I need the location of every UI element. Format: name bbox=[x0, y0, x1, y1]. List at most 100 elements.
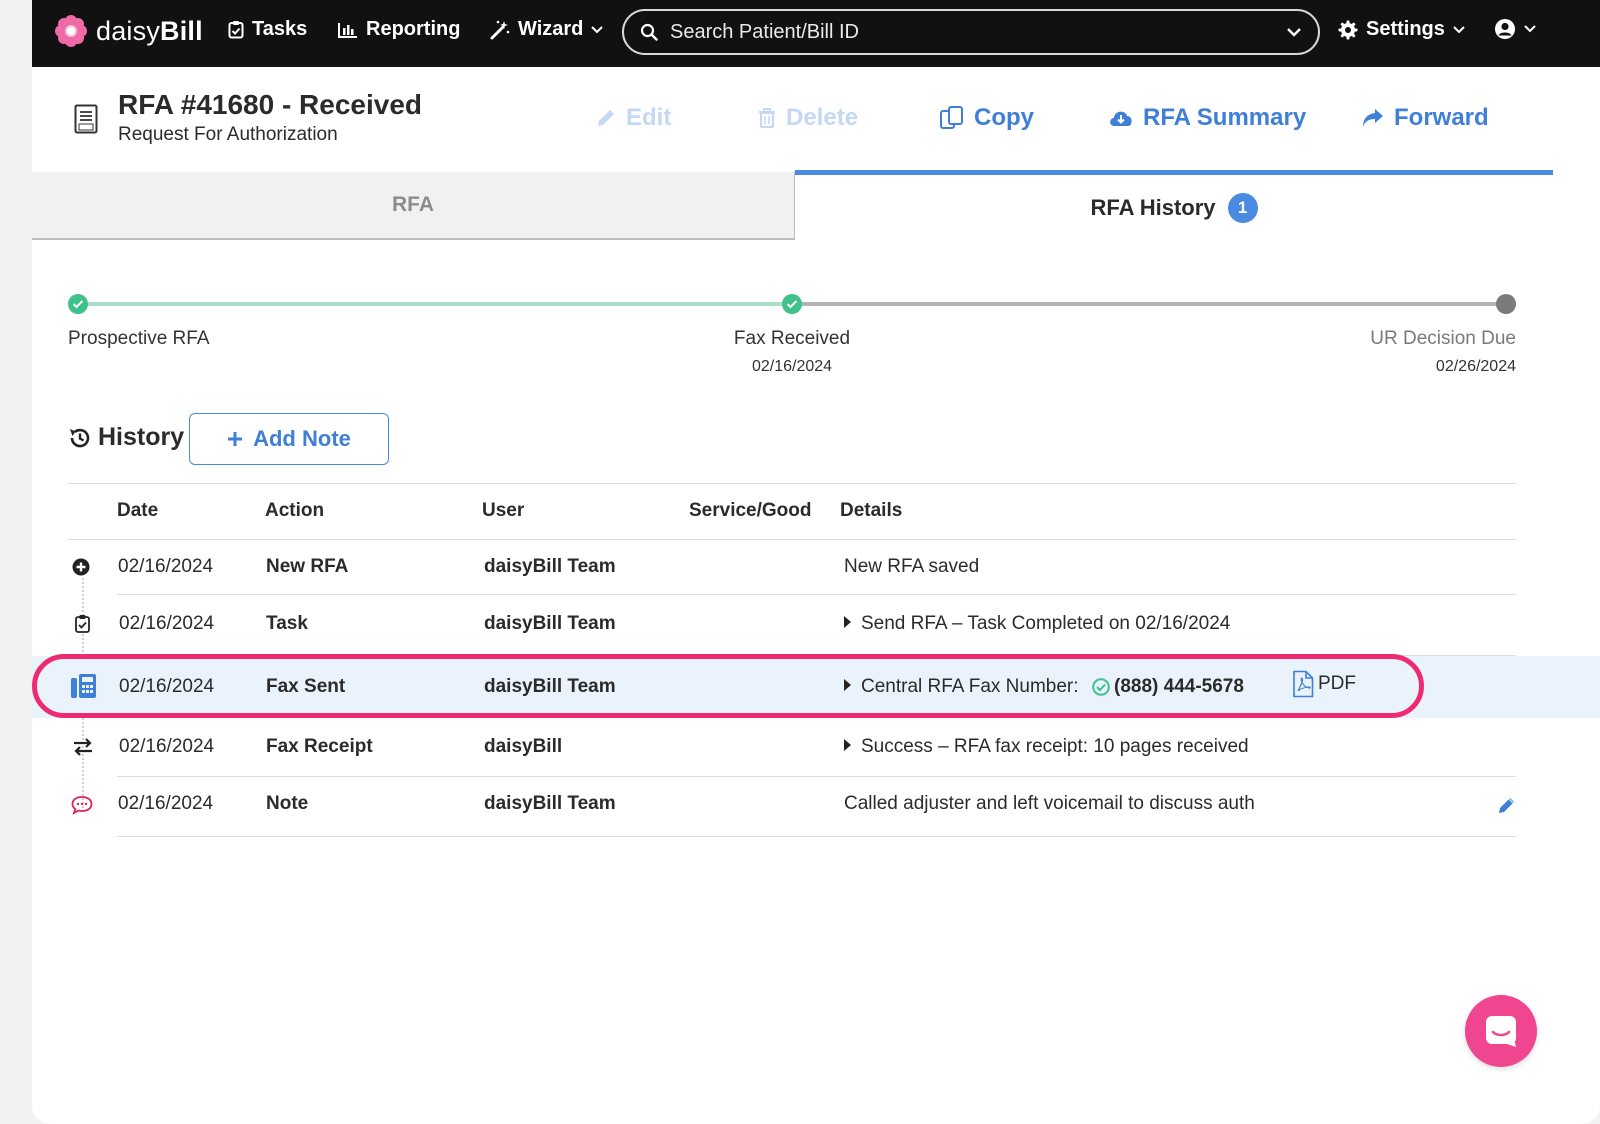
nav-reporting-label: Reporting bbox=[366, 18, 461, 40]
tab-rfa-label: RFA bbox=[392, 193, 434, 216]
tab-rfa-history[interactable]: RFA History 1 bbox=[795, 170, 1553, 240]
fax-icon bbox=[71, 674, 96, 698]
tab-rfa[interactable]: RFA bbox=[32, 172, 795, 240]
timeline-track-complete bbox=[78, 302, 792, 306]
timeline-label-fax-received: Fax Received bbox=[733, 328, 851, 349]
pencil-icon bbox=[598, 110, 614, 126]
timeline-date-fax-received: 02/16/2024 bbox=[751, 358, 833, 375]
row-date: 02/16/2024 bbox=[119, 613, 215, 634]
row-details: Send RFA – Task Completed on 02/16/2024 bbox=[861, 613, 1231, 634]
gear-icon bbox=[1338, 20, 1358, 39]
edit-button[interactable]: Edit bbox=[595, 104, 671, 132]
row-action: Note bbox=[266, 793, 309, 814]
trash-icon bbox=[759, 108, 775, 128]
chevron-down-icon bbox=[1524, 25, 1536, 33]
user-circle-icon bbox=[1495, 19, 1515, 39]
edit-button-label: Edit bbox=[626, 104, 672, 131]
chevron-down-icon bbox=[591, 25, 604, 33]
pdf-label: PDF bbox=[1318, 673, 1356, 694]
history-icon bbox=[70, 428, 90, 447]
nav-wizard-dropdown[interactable]: Wizard bbox=[490, 18, 604, 41]
row-user: daisyBill bbox=[484, 736, 563, 757]
pdf-attachment-link[interactable]: PDF bbox=[1292, 670, 1356, 698]
chevron-down-icon[interactable] bbox=[1286, 27, 1302, 37]
check-circle-icon bbox=[1092, 678, 1110, 696]
row-action: Fax Sent bbox=[266, 676, 346, 697]
timeline-label-prospective: Prospective RFA bbox=[68, 328, 210, 349]
delete-button-label: Delete bbox=[786, 104, 859, 131]
row-details: Called adjuster and left voicemail to di… bbox=[844, 793, 1255, 814]
timeline-date-ur-decision: 02/26/2024 bbox=[1435, 358, 1516, 375]
search-icon bbox=[640, 23, 658, 41]
table-row: 02/16/2024 Note daisyBill Team Called ad… bbox=[32, 777, 1600, 835]
bar-chart-icon bbox=[338, 22, 357, 38]
history-title: History bbox=[98, 423, 185, 451]
page-subtitle: Request For Authorization bbox=[118, 124, 338, 145]
timeline-label-ur-decision: UR Decision Due bbox=[1370, 328, 1516, 349]
nav-settings-dropdown[interactable]: Settings bbox=[1338, 18, 1465, 41]
task-icon bbox=[75, 615, 90, 633]
caret-right-icon bbox=[844, 615, 851, 628]
comment-icon bbox=[71, 796, 93, 815]
checkmark-icon bbox=[72, 300, 84, 309]
row-action: Task bbox=[266, 613, 308, 634]
tab-rfa-history-label: RFA History bbox=[1090, 194, 1216, 220]
logo-text: daisyBill bbox=[96, 15, 203, 46]
copy-icon bbox=[940, 106, 963, 129]
row-details-expandable[interactable]: Central RFA Fax Number: bbox=[844, 676, 1079, 698]
row-details-expandable[interactable]: Success – RFA fax receipt: 10 pages rece… bbox=[844, 736, 1249, 758]
delete-button[interactable]: Delete bbox=[757, 104, 858, 132]
chat-launcher-button[interactable] bbox=[1465, 995, 1537, 1067]
row-user: daisyBill Team bbox=[484, 793, 616, 814]
nav-settings-label: Settings bbox=[1366, 18, 1445, 40]
column-header-user: User bbox=[482, 500, 525, 521]
pencil-icon[interactable] bbox=[1497, 795, 1517, 815]
table-bottom-divider bbox=[117, 836, 1516, 837]
chevron-down-icon bbox=[1453, 25, 1465, 33]
row-date: 02/16/2024 bbox=[119, 676, 215, 697]
nav-reporting[interactable]: Reporting bbox=[338, 18, 460, 41]
row-details: Success – RFA fax receipt: 10 pages rece… bbox=[861, 736, 1249, 757]
plus-circle-icon bbox=[72, 558, 90, 576]
column-header-details: Details bbox=[840, 500, 903, 521]
column-header-date: Date bbox=[117, 500, 159, 521]
table-row: 02/16/2024 Task daisyBill Team Send RFA … bbox=[32, 595, 1600, 655]
rfa-summary-button[interactable]: RFA Summary bbox=[1108, 104, 1306, 132]
row-action: Fax Receipt bbox=[266, 736, 373, 757]
row-action: New RFA bbox=[266, 556, 349, 577]
row-user: daisyBill Team bbox=[484, 613, 616, 634]
daisybill-logo[interactable]: daisyBill bbox=[54, 14, 203, 48]
copy-button[interactable]: Copy bbox=[939, 104, 1034, 132]
history-count-badge: 1 bbox=[1227, 192, 1258, 223]
row-details: New RFA saved bbox=[844, 556, 980, 577]
caret-right-icon bbox=[844, 678, 851, 691]
caret-right-icon bbox=[844, 738, 851, 751]
forward-button-label: Forward bbox=[1394, 104, 1489, 131]
row-details: Central RFA Fax Number: bbox=[861, 676, 1079, 697]
plus-icon bbox=[228, 432, 243, 446]
chat-icon bbox=[1486, 1016, 1516, 1047]
add-note-button[interactable]: Add Note bbox=[189, 413, 389, 465]
table-top-divider bbox=[68, 483, 1516, 484]
rfa-document-icon bbox=[74, 104, 98, 134]
copy-button-label: Copy bbox=[974, 104, 1034, 131]
forward-button[interactable]: Forward bbox=[1361, 104, 1489, 132]
search-input[interactable] bbox=[670, 20, 1286, 44]
row-date: 02/16/2024 bbox=[118, 556, 214, 577]
user-account-dropdown[interactable] bbox=[1494, 18, 1536, 40]
timeline-node-fax-received bbox=[782, 294, 802, 314]
daisy-flower-icon bbox=[55, 15, 87, 47]
clipboard-check-icon bbox=[228, 21, 244, 39]
checkmark-icon bbox=[786, 300, 798, 309]
table-row: 02/16/2024 New RFA daisyBill Team New RF… bbox=[32, 540, 1600, 594]
pdf-file-icon bbox=[1293, 670, 1314, 698]
row-details-expandable[interactable]: Send RFA – Task Completed on 02/16/2024 bbox=[844, 613, 1230, 635]
nav-tasks-label: Tasks bbox=[252, 18, 308, 40]
row-date: 02/16/2024 bbox=[119, 736, 215, 757]
rfa-summary-label: RFA Summary bbox=[1143, 104, 1307, 131]
patient-bill-search[interactable] bbox=[622, 9, 1320, 55]
nav-tasks[interactable]: Tasks bbox=[228, 18, 307, 41]
timeline-node-prospective bbox=[68, 294, 88, 314]
column-header-action: Action bbox=[265, 500, 325, 521]
add-note-label: Add Note bbox=[253, 426, 351, 451]
